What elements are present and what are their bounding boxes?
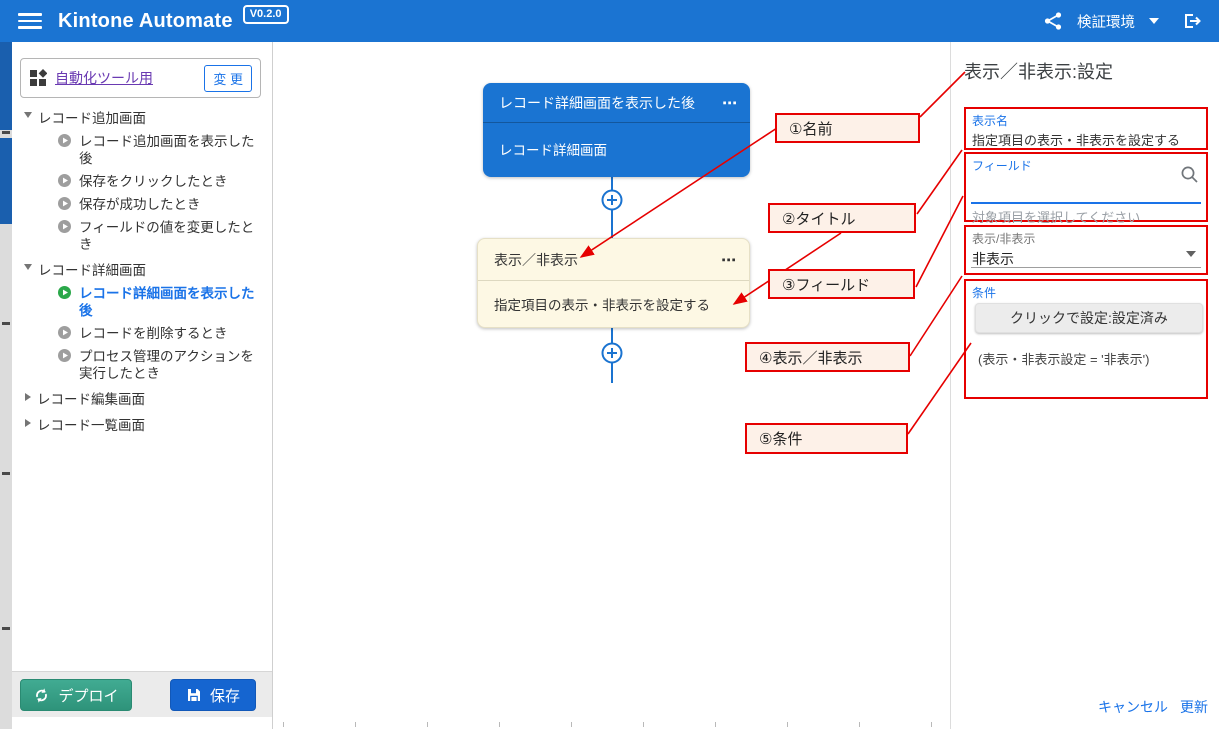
environment-caret-icon[interactable] — [1149, 18, 1159, 24]
visibility-select-group[interactable]: 表示/非表示 非表示 — [964, 225, 1208, 275]
condition-expression: (表示・非表示設定 = '非表示') — [978, 349, 1149, 368]
app-window: Kintone Automate V0.2.0 検証環境 — [0, 0, 1219, 729]
left-edge-strip — [0, 42, 12, 729]
event-play-icon — [58, 220, 71, 233]
action-node-title: 表示／非表示 — [494, 250, 578, 270]
event-play-icon — [58, 197, 71, 210]
app-name-link[interactable]: 自動化ツール用 — [55, 68, 153, 88]
tree-group-record-detail[interactable]: レコード詳細画面 — [22, 256, 267, 282]
event-play-icon-active — [58, 286, 71, 299]
hamburger-menu-icon[interactable] — [18, 13, 42, 29]
deploy-button[interactable]: デプロイ — [20, 679, 132, 711]
tree-group-record-edit[interactable]: レコード編集画面 — [22, 385, 267, 411]
annotation-label-visibility: ④表示／非表示 — [745, 342, 910, 372]
event-play-icon — [58, 174, 71, 187]
trigger-node-title: レコード詳細画面を表示した後 — [499, 93, 695, 113]
tree-item[interactable]: プロセス管理のアクションを実行したとき — [22, 345, 267, 385]
ruler-tick — [427, 722, 428, 727]
ruler-tick — [355, 722, 356, 727]
event-play-icon — [58, 326, 71, 339]
tree-item[interactable]: 保存が成功したとき — [22, 193, 267, 216]
expand-icon[interactable] — [25, 393, 31, 401]
floppy-save-icon — [186, 687, 202, 703]
add-step-icon[interactable] — [601, 189, 623, 211]
environment-selector[interactable]: 検証環境 — [1077, 11, 1135, 32]
trigger-node[interactable]: レコード詳細画面を表示した後 ⋯ レコード詳細画面 — [483, 83, 750, 177]
annotation-label-field: ③フィールド — [768, 269, 915, 299]
select-underline — [971, 267, 1201, 268]
annotation-label-title: ②タイトル — [768, 203, 916, 233]
dropdown-caret-icon[interactable] — [1186, 251, 1196, 257]
field-select-group: フィールド 対象項目を選択してください — [964, 152, 1208, 222]
app-grid-icon — [29, 69, 47, 87]
event-play-icon — [58, 349, 71, 362]
field-helper-text: 対象項目を選択してください — [972, 207, 1140, 226]
tree-group-record-add[interactable]: レコード追加画面 — [22, 104, 267, 130]
update-button[interactable]: 更新 — [1180, 697, 1208, 717]
tree-item[interactable]: レコード追加画面を表示した後 — [22, 130, 267, 170]
collapse-icon[interactable] — [24, 264, 32, 270]
change-app-button[interactable]: 変 更 — [204, 65, 252, 92]
name-field-label: 表示名 — [966, 109, 1206, 129]
app-title: Kintone Automate — [58, 10, 233, 33]
annotation-label-name: ①名前 — [775, 113, 920, 143]
ruler-tick — [499, 722, 500, 727]
sidebar: 自動化ツール用 変 更 レコード追加画面 レコード追加画面を表示した後 保存をク… — [12, 42, 273, 729]
search-icon[interactable] — [1180, 165, 1199, 184]
name-field-value[interactable]: 指定項目の表示・非表示を設定する — [966, 129, 1206, 149]
logout-icon[interactable] — [1181, 11, 1203, 31]
ruler-tick — [643, 722, 644, 727]
action-node-subtitle: 指定項目の表示・非表示を設定する — [478, 281, 749, 327]
tree-group-record-list[interactable]: レコード一覧画面 — [22, 411, 267, 437]
node-menu-icon[interactable]: ⋯ — [721, 251, 737, 269]
action-node[interactable]: 表示／非表示 ⋯ 指定項目の表示・非表示を設定する — [477, 238, 750, 328]
event-tree: レコード追加画面 レコード追加画面を表示した後 保存をクリックしたとき 保存が成… — [22, 104, 267, 437]
condition-settings-button[interactable]: クリックで設定:設定済み — [975, 303, 1203, 333]
panel-title: 表示／非表示:設定 — [964, 58, 1113, 84]
input-focus-underline — [971, 202, 1201, 204]
condition-group: 条件 クリックで設定:設定済み (表示・非表示設定 = '非表示') — [964, 279, 1208, 399]
ruler-tick — [715, 722, 716, 727]
name-field-group: 表示名 指定項目の表示・非表示を設定する — [964, 107, 1208, 150]
save-button[interactable]: 保存 — [170, 679, 256, 711]
tree-item[interactable]: レコードを削除するとき — [22, 322, 267, 345]
condition-label: 条件 — [966, 281, 1206, 301]
field-search-input[interactable] — [972, 176, 1176, 200]
ruler-tick — [283, 722, 284, 727]
tree-item[interactable]: フィールドの値を変更したとき — [22, 216, 267, 256]
field-label: フィールド — [966, 154, 1206, 174]
event-play-icon — [58, 134, 71, 147]
ruler-tick — [859, 722, 860, 727]
tree-item[interactable]: 保存をクリックしたとき — [22, 170, 267, 193]
collapse-icon[interactable] — [24, 112, 32, 118]
ruler-tick — [571, 722, 572, 727]
settings-panel: 表示／非表示:設定 表示名 指定項目の表示・非表示を設定する フィールド 対象項… — [950, 42, 1219, 729]
sync-icon — [33, 687, 50, 704]
top-header: Kintone Automate V0.2.0 検証環境 — [0, 0, 1219, 42]
expand-icon[interactable] — [25, 419, 31, 427]
cancel-button[interactable]: キャンセル — [1098, 697, 1168, 717]
node-menu-icon[interactable]: ⋯ — [722, 94, 738, 112]
trigger-node-subtitle: レコード詳細画面 — [483, 123, 750, 175]
ruler-tick — [931, 722, 932, 727]
visibility-selected-value[interactable]: 非表示 — [966, 247, 1206, 269]
share-icon[interactable] — [1043, 11, 1063, 31]
flow-canvas: レコード詳細画面を表示した後 ⋯ レコード詳細画面 表示／非表示 ⋯ 指定項目の… — [273, 42, 950, 729]
version-badge: V0.2.0 — [243, 5, 289, 24]
annotation-label-condition: ⑤条件 — [745, 423, 908, 454]
visibility-label: 表示/非表示 — [966, 227, 1206, 247]
sidebar-footer: デプロイ 保存 — [12, 671, 272, 717]
app-selector: 自動化ツール用 変 更 — [20, 58, 261, 98]
ruler-tick — [787, 722, 788, 727]
tree-item-active[interactable]: レコード詳細画面を表示した後 — [22, 282, 267, 322]
add-step-icon[interactable] — [601, 342, 623, 364]
